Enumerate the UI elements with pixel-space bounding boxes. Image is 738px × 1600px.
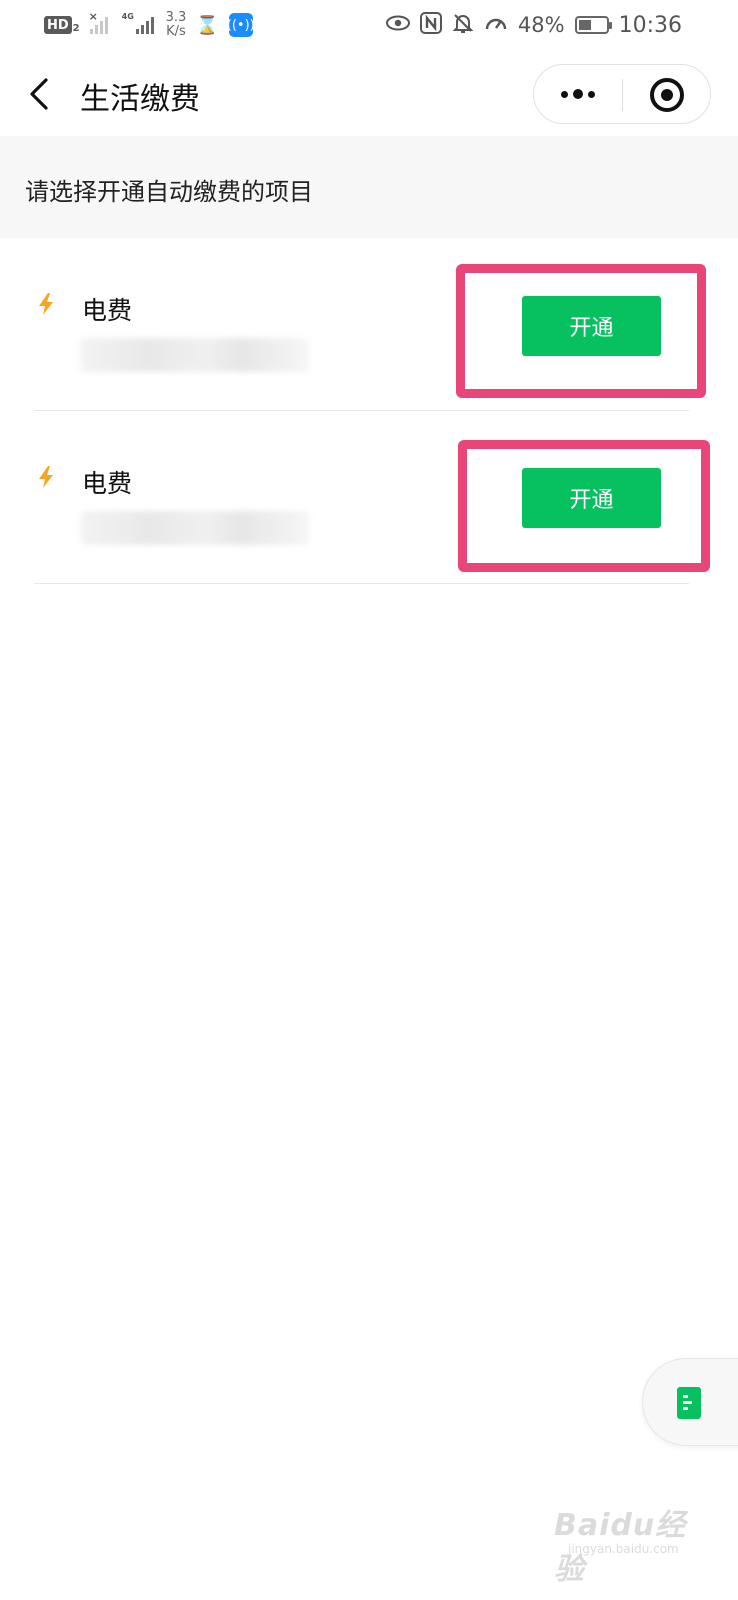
blurred-account-info: [80, 338, 310, 372]
clock: 10:36: [618, 12, 682, 38]
mute-bell-icon: [452, 12, 474, 38]
battery-percent: 48%: [517, 13, 565, 37]
bill-float-button[interactable]: [642, 1358, 738, 1446]
watermark-site: jingyan.baidu.com: [568, 1542, 679, 1556]
more-dots-icon-right: [588, 90, 595, 98]
hd-sub-label: 2: [72, 23, 80, 34]
battery-icon: [574, 16, 612, 34]
wifi-app-icon: ((•)): [227, 13, 255, 37]
more-dots-icon: [561, 90, 568, 98]
item-divider: [34, 583, 689, 584]
more-button[interactable]: [534, 65, 622, 123]
highlight-frame: [458, 440, 710, 572]
blurred-account-info: [80, 511, 310, 545]
battery-fill: [578, 20, 592, 30]
hourglass-icon: ⌛: [196, 14, 219, 36]
no-signal-icon: ×: [89, 10, 112, 34]
eye-icon: [385, 15, 410, 35]
chevron-left-icon: [30, 78, 48, 110]
more-dots-icon-center: [573, 89, 583, 99]
highlight-frame: [456, 264, 706, 398]
capsule-divider: [622, 79, 623, 111]
hd-icon: HD 2: [44, 16, 80, 34]
speedometer-icon: [484, 12, 508, 38]
lightning-icon: [39, 293, 53, 315]
capsule-menu: [533, 64, 711, 124]
item-name: 电费: [82, 296, 133, 325]
net-speed-unit: K/s: [166, 24, 186, 39]
signal-icon: 4G: [122, 12, 156, 34]
lightning-icon: [39, 466, 53, 488]
item-name: 电费: [82, 469, 133, 498]
status-right-group: 48% 10:36: [385, 10, 682, 40]
net-speed: 3.3 K/s: [166, 11, 187, 39]
net-speed-value: 3.3: [165, 10, 187, 25]
page-title: 生活缴费: [80, 82, 200, 117]
hint-banner: 请选择开通自动缴费的项目: [0, 136, 738, 238]
hd-label: HD: [44, 16, 72, 34]
nav-bar: 生活缴费: [0, 52, 738, 136]
nfc-icon: [419, 12, 442, 38]
network-tag: 4G: [121, 12, 134, 21]
baidu-watermark: Baidu经验 jingyan.baidu.com: [554, 1500, 714, 1587]
status-left-group: HD 2 × 4G 3.3 K/s ⌛ ((•)): [44, 10, 255, 40]
bill-list-icon: [677, 1387, 701, 1419]
back-button[interactable]: [26, 76, 56, 112]
hint-text: 请选择开通自动缴费的项目: [25, 178, 313, 206]
status-bar: HD 2 × 4G 3.3 K/s ⌛ ((•)) 48% 10:36: [0, 0, 738, 52]
target-close-icon[interactable]: [650, 78, 684, 112]
